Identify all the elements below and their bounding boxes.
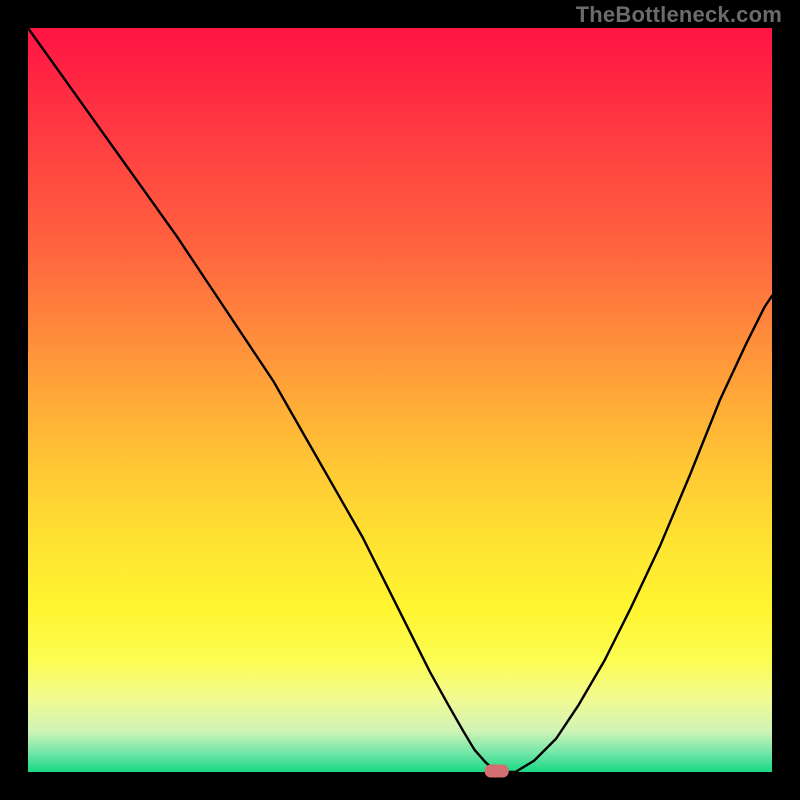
chart-svg bbox=[0, 0, 800, 800]
watermark-text: TheBottleneck.com bbox=[576, 2, 782, 28]
bottleneck-chart: TheBottleneck.com bbox=[0, 0, 800, 800]
optimal-point-marker bbox=[485, 765, 509, 778]
chart-background-gradient bbox=[28, 28, 772, 772]
